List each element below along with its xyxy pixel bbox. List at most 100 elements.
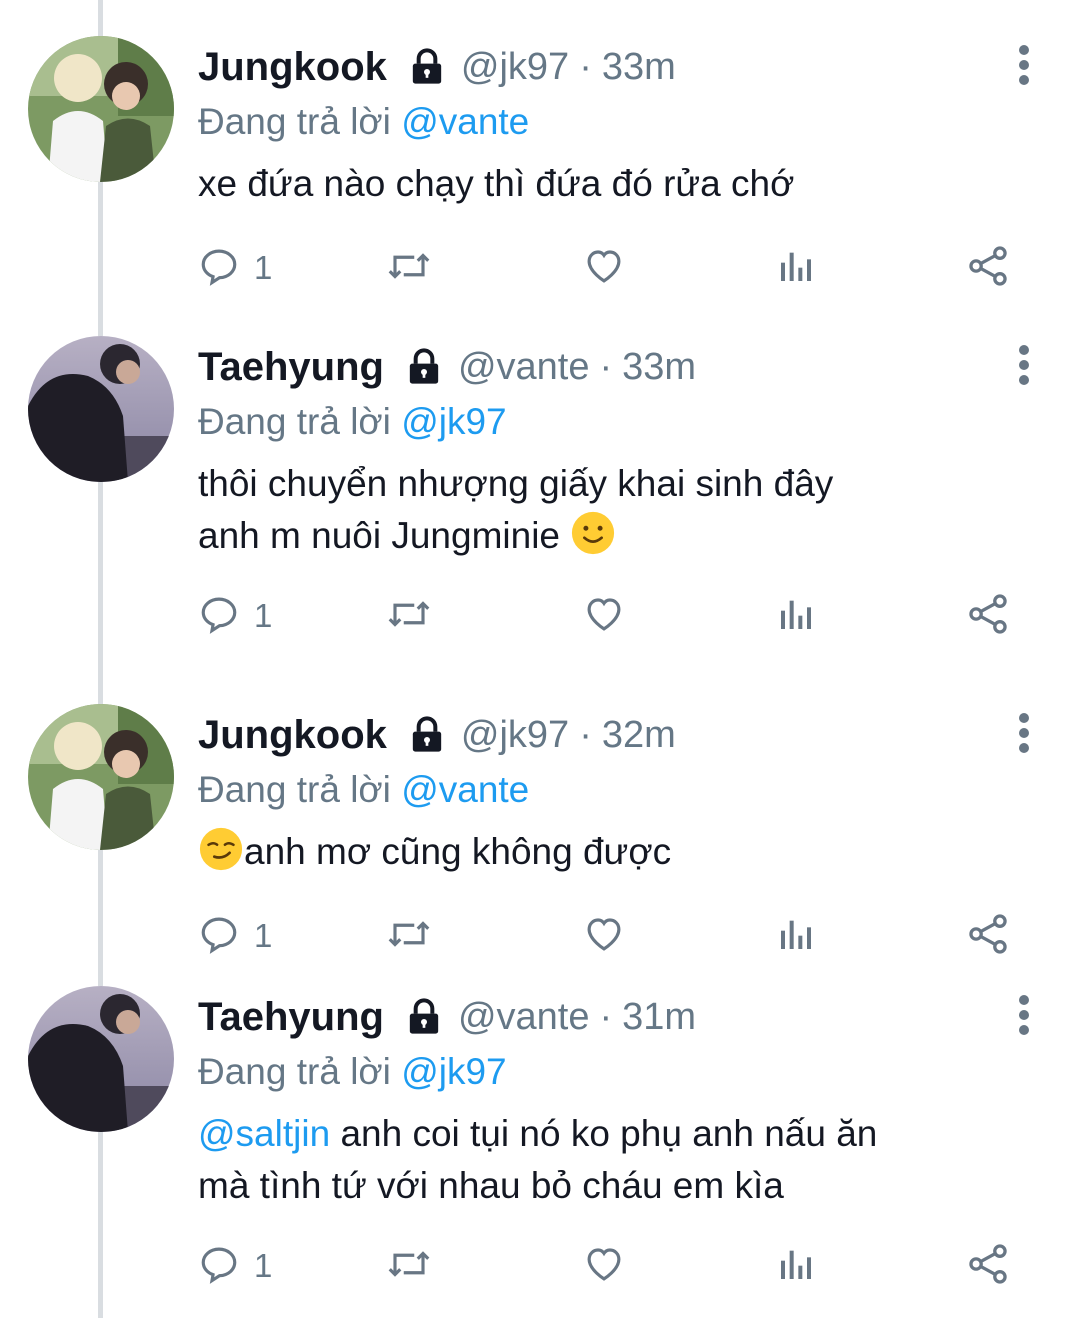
separator: · (599, 995, 613, 1038)
retweet-icon (386, 245, 432, 292)
tweet[interactable]: Taehyung @vante · 31m Đang trả lời @jk97… (0, 968, 1080, 1318)
replying-mention[interactable]: @jk97 (401, 401, 506, 442)
reply-icon (198, 913, 240, 960)
replying-mention[interactable]: @jk97 (401, 1051, 506, 1092)
tweet-text-line: anh mơ cũng không được (244, 831, 672, 872)
timestamp[interactable]: 33m (622, 346, 696, 389)
tweet-text-line: mà tình tứ với nhau bỏ cháu em kìa (198, 1165, 784, 1206)
like-button[interactable] (582, 1241, 626, 1291)
retweet-button[interactable] (386, 1241, 432, 1291)
reply-count: 1 (254, 1247, 273, 1284)
retweet-button[interactable] (386, 243, 432, 293)
reply-count: 1 (254, 917, 273, 954)
more-vertical-icon[interactable] (1018, 713, 1030, 753)
like-icon (582, 593, 626, 640)
replying-mention[interactable]: @vante (401, 769, 529, 810)
reply-button[interactable]: 1 (198, 911, 272, 961)
handle[interactable]: @jk97 (461, 46, 569, 89)
share-button[interactable] (966, 1241, 1010, 1291)
lock-icon (404, 997, 444, 1037)
like-icon (582, 913, 626, 960)
share-button[interactable] (966, 243, 1010, 293)
action-bar: 1 (198, 591, 1020, 641)
retweet-button[interactable] (386, 911, 432, 961)
separator: · (579, 45, 592, 88)
like-icon (582, 245, 626, 292)
stats-button[interactable] (776, 911, 816, 961)
tweet-text-line: anh coi tụi nó ko phụ anh nấu ăn (340, 1113, 878, 1154)
avatar[interactable] (28, 336, 174, 482)
reply-button[interactable]: 1 (198, 243, 272, 293)
tweet-text: anh mơ cũng không được (198, 826, 1040, 886)
replying-to: Đang trả lời @vante (198, 766, 1040, 814)
stats-button[interactable] (776, 243, 816, 293)
retweet-icon (386, 913, 432, 960)
replying-prefix: Đang trả lời (198, 1051, 391, 1092)
slightly-smiling-face-emoji (570, 510, 616, 570)
replying-mention[interactable]: @vante (401, 101, 529, 142)
handle[interactable]: @vante (458, 996, 590, 1039)
action-bar: 1 (198, 911, 1020, 961)
reply-button[interactable]: 1 (198, 591, 272, 641)
reply-icon (198, 1243, 240, 1290)
avatar[interactable] (28, 36, 174, 182)
share-icon (966, 244, 1010, 293)
handle[interactable]: @vante (458, 346, 590, 389)
tweet-text: thôi chuyển nhượng giấy khai sinh đây an… (198, 458, 1040, 570)
replying-prefix: Đang trả lời (198, 769, 391, 810)
like-button[interactable] (582, 243, 626, 293)
tweet-text: @saltjin anh coi tụi nó ko phụ anh nấu ă… (198, 1108, 1040, 1212)
action-bar: 1 (198, 243, 1020, 293)
share-icon (966, 592, 1010, 641)
separator: · (599, 345, 613, 388)
stats-button[interactable] (776, 1241, 816, 1291)
share-icon (966, 912, 1010, 961)
stats-icon (776, 914, 816, 959)
more-vertical-icon[interactable] (1018, 345, 1030, 385)
share-icon (966, 1242, 1010, 1291)
handle[interactable]: @jk97 (461, 714, 569, 757)
replying-to: Đang trả lời @jk97 (198, 1048, 1040, 1096)
avatar[interactable] (28, 704, 174, 850)
text-mention[interactable]: @saltjin (198, 1113, 330, 1154)
share-button[interactable] (966, 911, 1010, 961)
tweet-text-line: thôi chuyển nhượng giấy khai sinh đây (198, 463, 834, 504)
share-button[interactable] (966, 591, 1010, 641)
reply-button[interactable]: 1 (198, 1241, 272, 1291)
retweet-button[interactable] (386, 591, 432, 641)
tweet-text: xe đứa nào chạy thì đứa đó rửa chớ (198, 158, 1040, 210)
tweet[interactable]: Taehyung @vante · 33m Đang trả lời @jk97… (0, 318, 1080, 668)
timestamp[interactable]: 33m (602, 46, 676, 89)
tweet[interactable]: Jungkook @jk97 · 33m Đang trả lời @vante… (0, 0, 1080, 318)
more-vertical-icon[interactable] (1018, 45, 1030, 85)
tweet-text-line: anh m nuôi Jungminie (198, 515, 560, 556)
separator: · (579, 713, 592, 756)
like-button[interactable] (582, 591, 626, 641)
display-name[interactable]: Taehyung (198, 995, 384, 1040)
timestamp[interactable]: 31m (622, 996, 696, 1039)
more-vertical-icon[interactable] (1018, 995, 1030, 1035)
like-icon (582, 1243, 626, 1290)
stats-icon (776, 246, 816, 291)
tweet[interactable]: Jungkook @jk97 · 32m Đang trả lời @vante… (0, 668, 1080, 986)
timestamp[interactable]: 32m (602, 714, 676, 757)
like-button[interactable] (582, 911, 626, 961)
stats-button[interactable] (776, 591, 816, 641)
replying-prefix: Đang trả lời (198, 401, 391, 442)
display-name[interactable]: Taehyung (198, 345, 384, 390)
lock-icon (407, 47, 447, 87)
retweet-icon (386, 1243, 432, 1290)
reply-count: 1 (254, 597, 273, 634)
retweet-icon (386, 593, 432, 640)
replying-to: Đang trả lời @jk97 (198, 398, 1040, 446)
action-bar: 1 (198, 1241, 1020, 1291)
reply-icon (198, 593, 240, 640)
replying-prefix: Đang trả lời (198, 101, 391, 142)
display-name[interactable]: Jungkook (198, 713, 387, 758)
reply-count: 1 (254, 249, 273, 286)
reply-icon (198, 245, 240, 292)
avatar[interactable] (28, 986, 174, 1132)
display-name[interactable]: Jungkook (198, 45, 387, 90)
smirking-face-emoji (198, 826, 244, 886)
lock-icon (404, 347, 444, 387)
